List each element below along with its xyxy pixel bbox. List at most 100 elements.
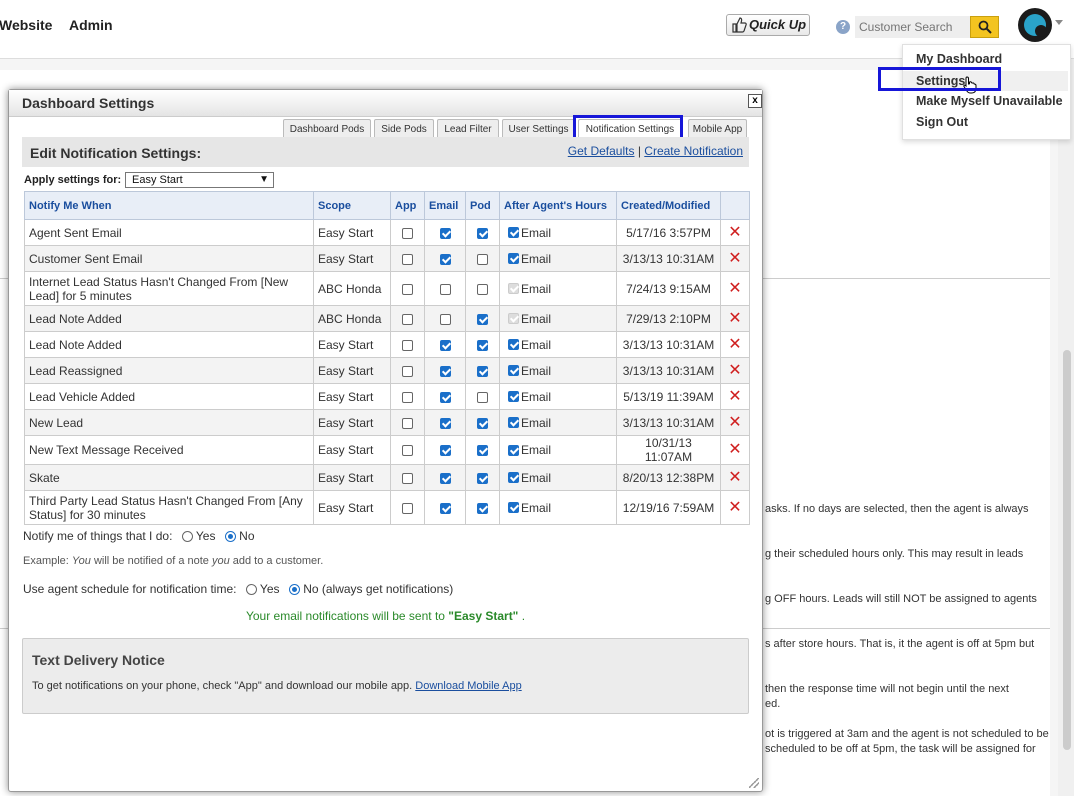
- pod-checkbox[interactable]: [477, 417, 488, 429]
- email-checkbox[interactable]: [439, 417, 451, 429]
- email-checkbox[interactable]: [439, 283, 451, 295]
- delete-icon[interactable]: ✕: [728, 224, 741, 240]
- table-row: Lead Vehicle Added Easy Start Email 5/13/19…: [24, 383, 750, 410]
- delete-icon[interactable]: ✕: [728, 414, 741, 430]
- nav-website-link[interactable]: Website: [0, 17, 52, 33]
- delete-icon[interactable]: ✕: [728, 310, 741, 326]
- app-checkbox[interactable]: [402, 391, 413, 403]
- email-checkbox[interactable]: [439, 365, 451, 377]
- after-hours-checkbox[interactable]: [508, 444, 519, 456]
- sent-suffix: .: [518, 609, 526, 623]
- tab-lead-filter[interactable]: Lead Filter: [437, 119, 499, 138]
- pod-cell: [465, 383, 500, 410]
- after-hours-checkbox[interactable]: [508, 417, 519, 429]
- get-defaults-link[interactable]: Get Defaults: [568, 144, 635, 158]
- nav-admin-link[interactable]: Admin: [69, 17, 113, 33]
- delete-icon[interactable]: ✕: [728, 280, 741, 296]
- delete-icon[interactable]: ✕: [728, 250, 741, 266]
- menu-item-make-unavailable[interactable]: Make Myself Unavailable: [916, 94, 1063, 108]
- close-icon[interactable]: x: [748, 94, 762, 108]
- notify-self-no-radio[interactable]: [224, 531, 236, 543]
- search-button[interactable]: [970, 16, 999, 38]
- schedule-no-radio[interactable]: [288, 584, 300, 596]
- col-notify-me-when[interactable]: Notify Me When: [24, 191, 314, 220]
- tab-user-settings[interactable]: User Settings: [502, 119, 575, 138]
- app-checkbox[interactable]: [402, 253, 413, 265]
- app-checkbox[interactable]: [402, 339, 413, 351]
- col-pod[interactable]: Pod: [465, 191, 500, 220]
- pod-checkbox[interactable]: [477, 472, 488, 484]
- delete-icon[interactable]: ✕: [728, 469, 741, 485]
- app-checkbox[interactable]: [402, 472, 413, 484]
- after-hours-checkbox[interactable]: [508, 365, 519, 377]
- email-checkbox[interactable]: [439, 472, 451, 484]
- app-checkbox[interactable]: [402, 445, 413, 457]
- avatar[interactable]: [1018, 8, 1052, 42]
- scrollbar-thumb[interactable]: [1063, 350, 1071, 750]
- col-created-modified[interactable]: Created/Modified: [616, 191, 721, 220]
- delete-icon[interactable]: ✕: [728, 442, 741, 458]
- help-icon[interactable]: ?: [836, 20, 850, 34]
- email-checkbox[interactable]: [439, 502, 451, 514]
- after-hours-checkbox[interactable]: [508, 391, 519, 403]
- email-checkbox[interactable]: [439, 391, 451, 403]
- app-checkbox[interactable]: [402, 365, 413, 377]
- pod-checkbox[interactable]: [477, 445, 488, 457]
- email-checkbox[interactable]: [439, 339, 451, 351]
- pod-checkbox[interactable]: [477, 339, 488, 351]
- resize-handle[interactable]: [749, 778, 759, 788]
- tab-mobile-app[interactable]: Mobile App: [688, 119, 747, 138]
- after-hours-checkbox[interactable]: [508, 502, 519, 514]
- menu-item-sign-out[interactable]: Sign Out: [916, 115, 968, 129]
- tab-dashboard-pods[interactable]: Dashboard Pods: [283, 119, 371, 138]
- app-cell: [390, 409, 425, 436]
- pod-checkbox[interactable]: [477, 283, 488, 295]
- download-mobile-app-link[interactable]: Download Mobile App: [415, 680, 521, 692]
- col-scope[interactable]: Scope: [313, 191, 391, 220]
- after-hours-cell: Email: [499, 490, 617, 525]
- customer-search-input[interactable]: [855, 16, 970, 38]
- chevron-down-icon[interactable]: [1055, 20, 1063, 25]
- col-email[interactable]: Email: [424, 191, 466, 220]
- after-hours-checkbox: [508, 313, 519, 325]
- col-app[interactable]: App: [390, 191, 425, 220]
- pod-checkbox[interactable]: [477, 227, 488, 239]
- app-checkbox[interactable]: [402, 227, 413, 239]
- schedule-yes-radio[interactable]: [245, 584, 257, 596]
- app-checkbox[interactable]: [402, 417, 413, 429]
- pod-checkbox[interactable]: [477, 313, 488, 325]
- delete-icon[interactable]: ✕: [728, 388, 741, 404]
- after-hours-checkbox[interactable]: [508, 253, 519, 265]
- app-checkbox[interactable]: [402, 502, 413, 514]
- email-checkbox[interactable]: [439, 445, 451, 457]
- dialog-title-bar[interactable]: Dashboard Settings x: [9, 90, 762, 117]
- delete-icon[interactable]: ✕: [728, 336, 741, 352]
- email-checkbox[interactable]: [439, 253, 451, 265]
- app-checkbox[interactable]: [402, 283, 413, 295]
- col-after-hours[interactable]: After Agent's Hours: [499, 191, 617, 220]
- notify-self-no-label[interactable]: No: [239, 529, 254, 543]
- email-checkbox[interactable]: [439, 313, 451, 325]
- after-hours-checkbox[interactable]: [508, 227, 519, 239]
- notify-self-yes-label[interactable]: Yes: [196, 529, 216, 543]
- delete-icon[interactable]: ✕: [728, 499, 741, 515]
- pod-checkbox[interactable]: [477, 253, 488, 265]
- quick-up-button[interactable]: Quick Up: [726, 14, 810, 36]
- create-notification-link[interactable]: Create Notification: [644, 144, 743, 158]
- pod-checkbox[interactable]: [477, 502, 488, 514]
- menu-item-my-dashboard[interactable]: My Dashboard: [916, 52, 1002, 66]
- pod-checkbox[interactable]: [477, 391, 488, 403]
- notify-self-yes-radio[interactable]: [181, 531, 193, 543]
- schedule-yes-label[interactable]: Yes: [260, 582, 280, 596]
- pod-checkbox[interactable]: [477, 365, 488, 377]
- after-hours-checkbox[interactable]: [508, 472, 519, 484]
- table-row: Internet Lead Status Hasn't Changed From…: [24, 271, 750, 306]
- tab-side-pods[interactable]: Side Pods: [374, 119, 434, 138]
- delete-icon[interactable]: ✕: [728, 362, 741, 378]
- after-hours-cell: Email: [499, 219, 617, 246]
- app-checkbox[interactable]: [402, 313, 413, 325]
- after-hours-checkbox[interactable]: [508, 339, 519, 351]
- apply-settings-select[interactable]: Easy Start ▼: [125, 172, 274, 188]
- email-checkbox[interactable]: [439, 227, 451, 239]
- schedule-no-label[interactable]: No (always get notifications): [303, 582, 453, 596]
